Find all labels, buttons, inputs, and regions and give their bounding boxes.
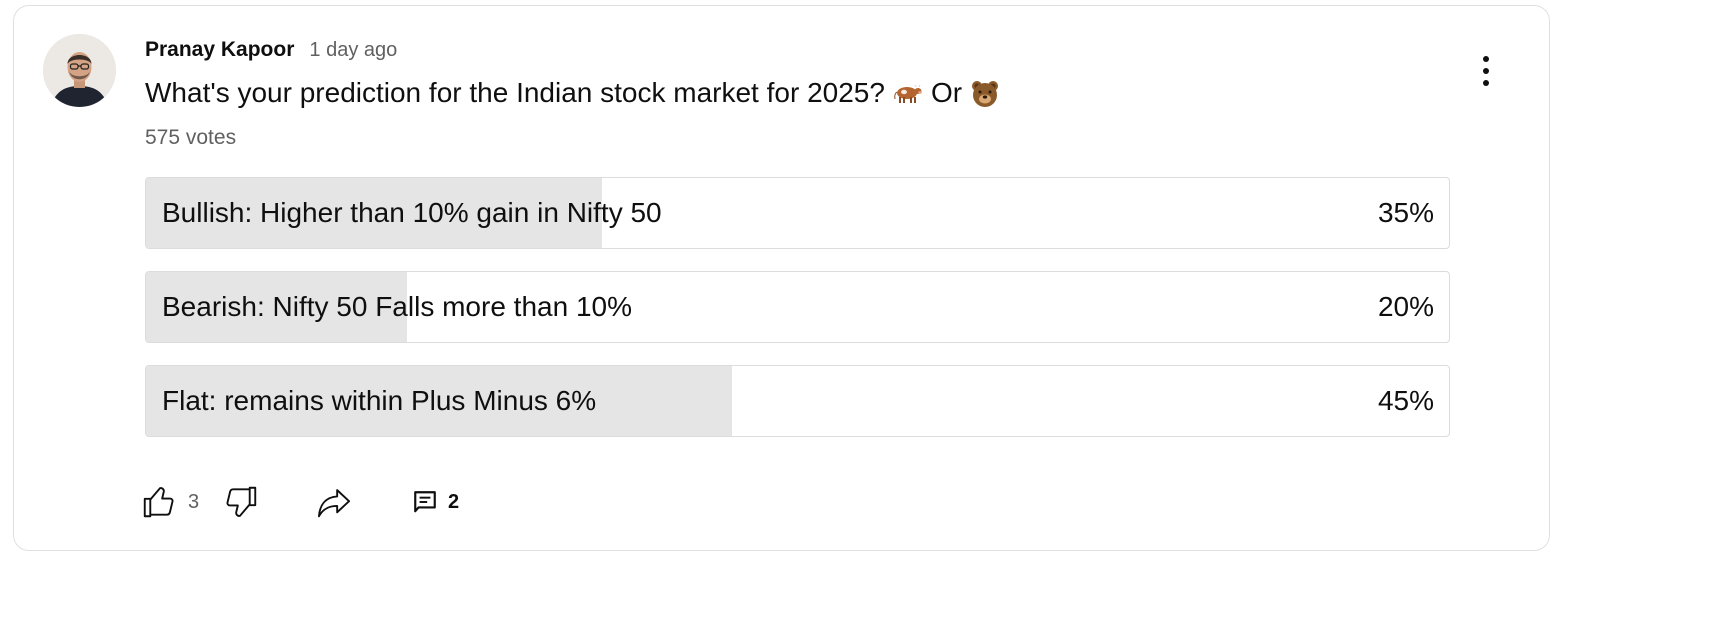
poll-option-percent: 35% bbox=[1377, 197, 1434, 228]
dislike-button[interactable] bbox=[222, 482, 260, 522]
bear-emoji-icon bbox=[972, 81, 999, 107]
like-button[interactable]: 3 bbox=[140, 482, 199, 522]
thumbs-up-icon bbox=[143, 487, 174, 518]
poll-option[interactable]: Bullish: Higher than 10% gain in Nifty 5… bbox=[145, 177, 1450, 249]
poll-option-label: Bullish: Higher than 10% gain in Nifty 5… bbox=[162, 197, 662, 228]
more-vert-icon bbox=[1483, 56, 1489, 86]
post-time[interactable]: 1 day ago bbox=[309, 39, 397, 62]
poll-option-percent: 45% bbox=[1377, 385, 1434, 416]
post-header: Pranay Kapoor 1 day ago bbox=[145, 38, 397, 64]
author-name[interactable]: Pranay Kapoor bbox=[145, 38, 294, 62]
vote-count: 575 votes bbox=[145, 126, 237, 149]
avatar[interactable] bbox=[43, 34, 116, 107]
poll-question: What's your prediction for the Indian st… bbox=[145, 77, 1000, 109]
share-icon bbox=[318, 489, 350, 518]
poll-question-or: Or bbox=[930, 77, 963, 108]
comment-count: 2 bbox=[448, 490, 460, 513]
poll-option[interactable]: Bearish: Nifty 50 Falls more than 10% 20… bbox=[145, 271, 1450, 343]
comment-icon bbox=[414, 491, 436, 513]
cow-emoji-icon bbox=[894, 84, 922, 103]
share-button[interactable] bbox=[314, 482, 354, 522]
poll-options: Bullish: Higher than 10% gain in Nifty 5… bbox=[145, 177, 1450, 459]
poll-question-text: What's your prediction for the Indian st… bbox=[145, 77, 885, 108]
poll-option-percent: 20% bbox=[1377, 291, 1434, 322]
thumbs-down-icon bbox=[226, 486, 257, 517]
community-post-card: Pranay Kapoor 1 day ago What's your pred… bbox=[13, 5, 1550, 551]
poll-option-label: Bearish: Nifty 50 Falls more than 10% bbox=[162, 291, 632, 322]
comments-button[interactable]: 2 bbox=[412, 482, 459, 522]
poll-option[interactable]: Flat: remains within Plus Minus 6% 45% bbox=[145, 365, 1450, 437]
more-actions-button[interactable] bbox=[1468, 49, 1504, 93]
avatar-image bbox=[43, 34, 116, 107]
action-bar: 3 2 bbox=[140, 482, 540, 522]
poll-option-label: Flat: remains within Plus Minus 6% bbox=[162, 385, 597, 416]
like-count: 3 bbox=[188, 490, 200, 513]
